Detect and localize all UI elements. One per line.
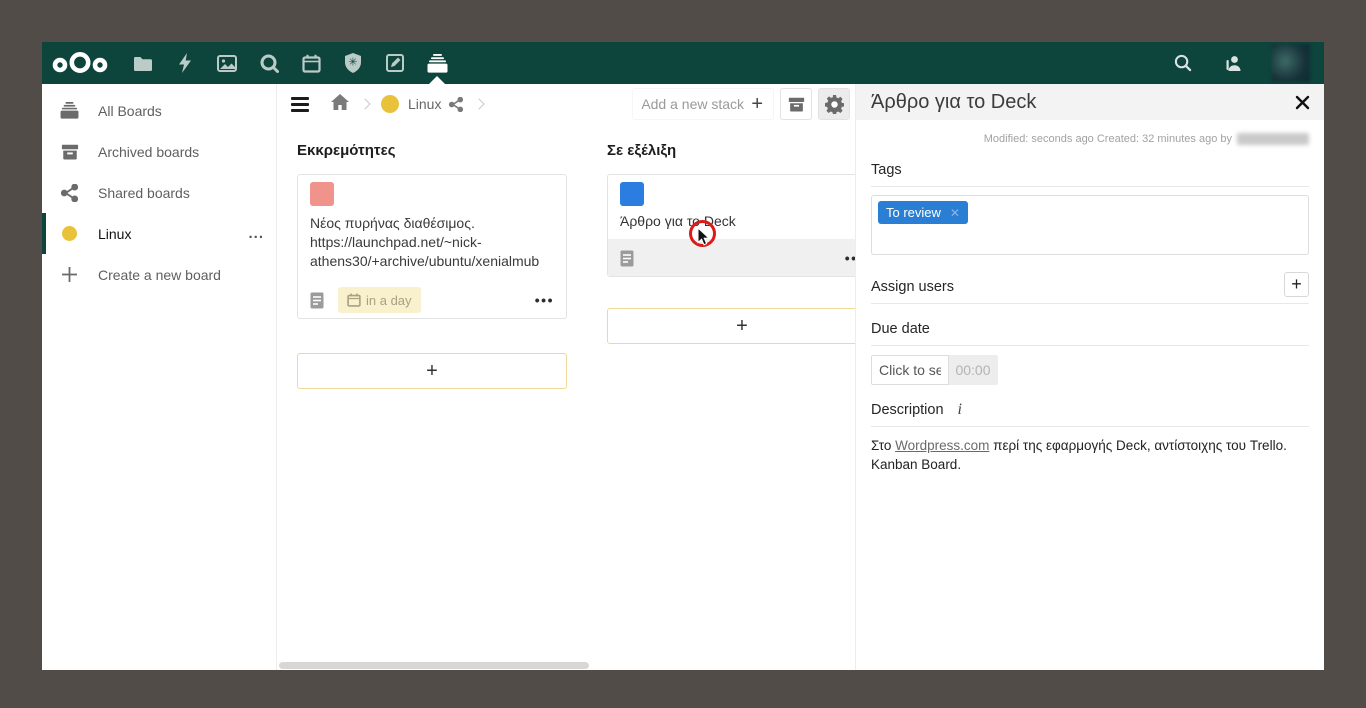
search-app-icon[interactable]: [248, 42, 290, 84]
due-date-badge[interactable]: in a day: [338, 287, 421, 313]
card-label-salmon[interactable]: [310, 182, 334, 206]
share-icon: [60, 183, 79, 202]
calendar-icon: [347, 293, 361, 307]
add-stack-form: +: [632, 88, 774, 120]
card-meta-text: Modified: seconds ago Created: 32 minute…: [984, 133, 1232, 145]
description-text[interactable]: Στο Wordpress.com περί της εφαρμογής Dec…: [871, 436, 1309, 474]
board-settings-gear-button[interactable]: [818, 88, 850, 120]
show-archived-cards-button[interactable]: [780, 88, 812, 120]
breadcrumb-chevron-icon: [359, 98, 370, 109]
active-app-indicator: [429, 76, 445, 84]
due-date-label: Due date: [871, 321, 930, 337]
add-card-button[interactable]: +: [297, 353, 567, 389]
sidebar-item-shared-boards[interactable]: Shared boards: [42, 172, 276, 213]
horizontal-scrollbar[interactable]: [279, 662, 589, 669]
sidebar-item-all-boards[interactable]: All Boards: [42, 90, 276, 131]
gallery-app-icon[interactable]: [206, 42, 248, 84]
card-details-header: Άρθρο για το Deck: [856, 84, 1324, 120]
topbar-right-actions: [1162, 42, 1310, 84]
tags-section-label: Tags: [871, 162, 902, 178]
description-icon: [310, 292, 324, 309]
card-badges-row: •••: [608, 239, 855, 276]
board-share-icon[interactable]: [449, 97, 463, 112]
assign-users-label: Assign users: [871, 279, 954, 295]
wordpress-link[interactable]: Wordpress.com: [895, 438, 989, 453]
tags-input-box[interactable]: To review ✕: [871, 195, 1309, 255]
stack-title: Εκκρεμότητες: [297, 142, 567, 159]
add-stack-submit-button[interactable]: +: [749, 93, 765, 116]
home-icon[interactable]: [331, 94, 349, 115]
card-label-blue[interactable]: [620, 182, 644, 206]
card-details-title: Άρθρο για το Deck: [871, 91, 1036, 114]
card-text[interactable]: Άρθρο για το Deck: [620, 213, 855, 229]
tag-to-review[interactable]: To review ✕: [878, 201, 968, 224]
description-icon: [620, 250, 634, 267]
passwords-app-icon[interactable]: ✳: [332, 42, 374, 84]
plus-icon: [60, 265, 79, 284]
contacts-icon[interactable]: [1212, 42, 1254, 84]
card-text[interactable]: Νέος πυρήνας διαθέσιμος. https://launchp…: [310, 214, 554, 271]
card-new-kernel[interactable]: Νέος πυρήνας διαθέσιμος. https://launchp…: [297, 174, 567, 319]
description-text-part: περί της εφαρμογής Deck, αντίστοιχης του…: [989, 438, 1286, 453]
tag-label: To review: [886, 205, 941, 220]
archive-icon: [60, 142, 79, 161]
top-navigation-bar: ✳: [42, 42, 1324, 84]
app-sidebar: All Boards Archived boards Shared boards…: [42, 84, 277, 670]
board-menu-ellipsis-icon[interactable]: ...: [248, 225, 264, 242]
user-avatar[interactable]: [1272, 44, 1310, 82]
stack-pending: Εκκρεμότητες Νέος πυρήνας διαθέσιμος. ht…: [297, 142, 567, 389]
card-menu-ellipsis-icon[interactable]: •••: [535, 292, 554, 308]
tag-remove-icon[interactable]: ✕: [950, 206, 960, 220]
assign-user-add-button[interactable]: +: [1284, 272, 1309, 297]
stacks-container: Εκκρεμότητες Νέος πυρήνας διαθέσιμος. ht…: [277, 124, 855, 389]
card-details-panel: Άρθρο για το Deck Modified: seconds ago …: [855, 84, 1324, 670]
description-label: Description: [871, 402, 944, 418]
sidebar-item-label: Create a new board: [98, 267, 221, 283]
breadcrumb-board-name[interactable]: Linux: [408, 96, 441, 112]
stack-title: Σε εξέλιξη: [607, 142, 855, 159]
due-time-field[interactable]: [949, 355, 998, 385]
sidebar-item-board-linux[interactable]: Linux ...: [42, 213, 276, 254]
add-stack-input[interactable]: [641, 96, 749, 112]
menu-hamburger-icon[interactable]: [291, 97, 309, 112]
stack-in-progress: Σε εξέλιξη Άρθρο για το Deck ••• +: [607, 142, 855, 389]
svg-text:✳: ✳: [348, 57, 357, 69]
card-deck-article[interactable]: Άρθρο για το Deck •••: [607, 174, 855, 277]
search-icon[interactable]: [1162, 42, 1204, 84]
sidebar-item-label: Shared boards: [98, 185, 190, 201]
calendar-app-icon[interactable]: [290, 42, 332, 84]
activity-app-icon[interactable]: [164, 42, 206, 84]
deck-app-icon[interactable]: [416, 42, 458, 84]
info-icon: i: [958, 402, 962, 418]
card-menu-ellipsis-icon[interactable]: •••: [845, 250, 855, 266]
sidebar-item-label: Linux: [98, 226, 131, 242]
close-icon[interactable]: [1295, 95, 1310, 110]
sidebar-item-label: All Boards: [98, 103, 162, 119]
add-card-button[interactable]: +: [607, 308, 855, 344]
description-text-part: Στο: [871, 438, 895, 453]
breadcrumb-chevron-icon: [474, 98, 485, 109]
deck-icon: [60, 101, 79, 120]
mouse-cursor-icon: [697, 227, 710, 246]
sidebar-item-label: Archived boards: [98, 144, 199, 160]
board-color-dot: [381, 95, 399, 113]
files-app-icon[interactable]: [122, 42, 164, 84]
due-date-field[interactable]: [871, 355, 949, 385]
board-color-dot: [60, 224, 79, 243]
nextcloud-window: ✳ All Boards: [42, 42, 1324, 670]
card-badges-row: in a day •••: [298, 281, 566, 318]
sidebar-item-create-board[interactable]: Create a new board: [42, 254, 276, 295]
card-meta-line: Modified: seconds ago Created: 32 minute…: [871, 133, 1309, 145]
due-badge-text: in a day: [366, 293, 412, 308]
sidebar-item-archived-boards[interactable]: Archived boards: [42, 131, 276, 172]
notes-app-icon[interactable]: [374, 42, 416, 84]
nextcloud-logo-icon[interactable]: [52, 50, 108, 76]
description-text-line2: Kanban Board.: [871, 457, 961, 472]
redacted-author-name: [1237, 133, 1309, 145]
board-main-area: Linux +: [277, 84, 855, 670]
board-controls-bar: Linux +: [277, 84, 855, 124]
